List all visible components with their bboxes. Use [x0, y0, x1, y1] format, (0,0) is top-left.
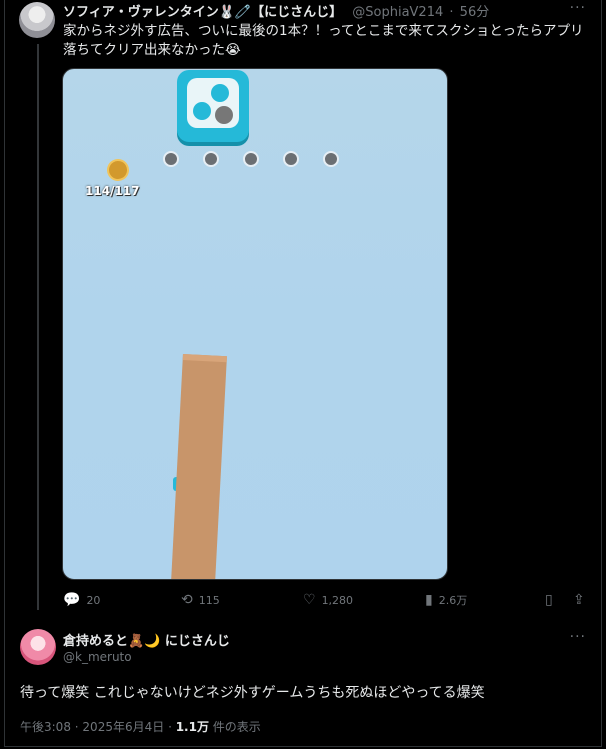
- screw-hole: [203, 151, 219, 167]
- bookmark-icon: ▯: [545, 592, 553, 608]
- screw-hole: [323, 151, 339, 167]
- tweet-header: ソフィア・ヴァレンタイン🐰🧷【にじさんじ】 @SophiaV214 · 56分: [63, 1, 489, 20]
- screw-dot: [193, 102, 211, 120]
- separator: ·: [449, 5, 454, 20]
- handle[interactable]: @k_meruto: [63, 650, 132, 664]
- reply-icon: 💬: [63, 592, 81, 608]
- tweet-actions: 💬 20 ⟲ 115 ♡ 1,280 ▮ 2.6万 ▯ ⇪: [63, 592, 593, 608]
- wooden-plank: [170, 354, 227, 579]
- reply-button[interactable]: 💬 20: [63, 592, 100, 608]
- avatar[interactable]: [19, 2, 55, 38]
- screw-hole: [163, 151, 179, 167]
- screw-icon: [102, 154, 134, 186]
- retweet-button[interactable]: ⟲ 115: [181, 592, 220, 608]
- screw-hole: [283, 151, 299, 167]
- share-button[interactable]: ⇪: [573, 592, 585, 608]
- avatar[interactable]: [20, 629, 56, 665]
- tweet-text: 待って爆笑 これじゃないけどネジ外すゲームうちも死ぬほどやってる爆笑: [20, 685, 485, 701]
- views-button[interactable]: ▮ 2.6万: [425, 592, 467, 608]
- tweet-text: 家からネジ外す広告、ついに最後の1本？！ってとこまで来てスクショとったらアプリ落…: [63, 23, 584, 58]
- retweet-count: 115: [198, 593, 220, 607]
- like-count: 1,280: [321, 593, 354, 607]
- handle[interactable]: @SophiaV214: [352, 5, 443, 20]
- heart-icon: ♡: [303, 592, 316, 608]
- thread-line: [37, 44, 39, 610]
- more-options-button[interactable]: ···: [570, 629, 586, 645]
- views-label: 件の表示: [212, 720, 261, 734]
- views-count: 1.1万: [175, 720, 209, 734]
- screw-dot: [215, 106, 233, 124]
- display-name[interactable]: 倉持めると🧸🌙 にじさんじ: [63, 630, 230, 649]
- share-icon: ⇪: [573, 592, 585, 608]
- bar-chart-icon: ▮: [425, 592, 433, 608]
- reply-count: 20: [86, 593, 101, 607]
- more-options-button[interactable]: ···: [570, 0, 586, 16]
- display-name[interactable]: ソフィア・ヴァレンタイン🐰🧷【にじさんじ】: [63, 5, 342, 20]
- views-count: 2.6万: [438, 594, 468, 607]
- date[interactable]: 2025年6月4日: [82, 720, 164, 734]
- like-button[interactable]: ♡ 1,280: [303, 592, 353, 608]
- bookmark-button[interactable]: ▯: [545, 592, 553, 608]
- screw-counter: 114/117: [85, 184, 140, 198]
- screw-dot: [211, 84, 229, 102]
- retweet-icon: ⟲: [181, 592, 193, 608]
- timestamp[interactable]: 56分: [460, 5, 490, 20]
- tweet-media[interactable]: 114/117: [62, 68, 448, 580]
- tweet-meta: 午後3:08 · 2025年6月4日 · 1.1万 件の表示: [20, 720, 261, 734]
- toolbox-emblem: [177, 70, 249, 142]
- timestamp[interactable]: 午後3:08: [20, 720, 71, 734]
- screw-hole: [243, 151, 259, 167]
